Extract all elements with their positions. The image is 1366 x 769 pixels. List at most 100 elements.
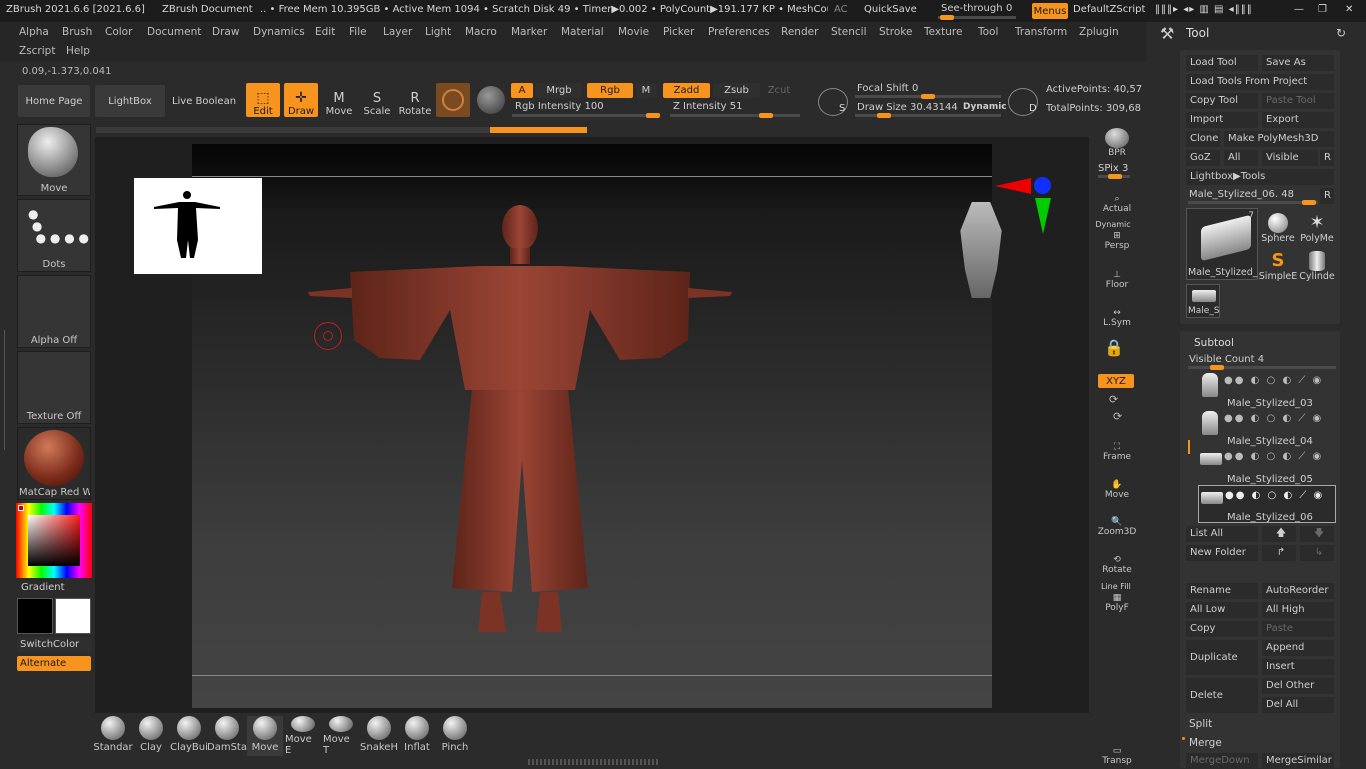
make-polymesh-button[interactable]: Make PolyMesh3D xyxy=(1224,131,1334,147)
menu-tool[interactable]: Tool xyxy=(978,26,998,38)
brush-move-topological[interactable]: Move T xyxy=(323,716,359,756)
texture-sphere-icon[interactable] xyxy=(477,86,505,114)
gizmo-z-axis-icon[interactable] xyxy=(1034,177,1051,194)
duplicate-button[interactable]: Duplicate xyxy=(1186,640,1258,675)
live-boolean-button[interactable]: Live Boolean xyxy=(169,85,239,117)
home-page-button[interactable]: Home Page xyxy=(18,85,90,117)
autoreorder-button[interactable]: AutoReorder xyxy=(1262,583,1334,599)
import-button[interactable]: Import xyxy=(1186,112,1258,128)
menu-layer[interactable]: Layer xyxy=(383,26,412,38)
draw-size-slider[interactable] xyxy=(855,113,1001,118)
z-intensity-slider[interactable] xyxy=(670,113,800,118)
new-folder-button[interactable]: New Folder xyxy=(1186,545,1258,561)
all-high-button[interactable]: All High xyxy=(1262,602,1334,618)
persp-button[interactable]: ⊞ Persp xyxy=(1100,221,1134,251)
3d-model[interactable] xyxy=(300,200,740,640)
menu-render[interactable]: Render xyxy=(781,26,818,38)
delete-button[interactable]: Delete xyxy=(1186,678,1258,713)
actual-button[interactable]: ⌕ Actual xyxy=(1100,184,1134,214)
frame-button[interactable]: ⛶ Frame xyxy=(1100,432,1134,462)
menu-material[interactable]: Material xyxy=(561,26,604,38)
goz-button[interactable]: GoZ xyxy=(1186,150,1220,166)
folder-arrow-icon[interactable]: ↱ xyxy=(1262,545,1296,561)
menu-preferences[interactable]: Preferences xyxy=(708,26,770,38)
edit-mode-button[interactable]: ⬚ Edit xyxy=(246,83,280,117)
subtool-item[interactable]: ●● ◐ ○ ◐ ⟋ ◉ Male_Stylized_05 xyxy=(1198,447,1336,485)
paste-subtool-button[interactable]: Paste xyxy=(1262,621,1334,637)
visible-count-label[interactable]: Visible Count 4 xyxy=(1189,354,1264,365)
brush-damstandard[interactable]: DamSta xyxy=(207,716,247,756)
menu-movie[interactable]: Movie xyxy=(618,26,649,38)
left-tray-handle[interactable] xyxy=(4,330,10,450)
lsym-button[interactable]: ↔ L.Sym xyxy=(1100,298,1134,328)
stroke-thumbnail[interactable]: ● ● ● ● ● ● Dots xyxy=(17,199,91,272)
dynamic-toggle[interactable]: Dynamic xyxy=(963,102,1007,112)
bpr-button[interactable]: BPR xyxy=(1100,128,1134,158)
material-thumbnail[interactable]: MatCap Red Wa xyxy=(17,427,91,500)
sphere-tool[interactable]: Sphere xyxy=(1260,208,1296,244)
menu-brush[interactable]: Brush xyxy=(62,26,92,38)
menu-document[interactable]: Document xyxy=(147,26,201,38)
brush-snakehook[interactable]: SnakeH xyxy=(360,716,398,756)
menu-texture[interactable]: Texture xyxy=(924,26,962,38)
menu-stroke[interactable]: Stroke xyxy=(879,26,912,38)
focal-shift-label[interactable]: Focal Shift 0 xyxy=(857,83,918,94)
del-other-button[interactable]: Del Other xyxy=(1262,678,1334,694)
menu-draw[interactable]: Draw xyxy=(212,26,239,38)
menu-edit[interactable]: Edit xyxy=(315,26,335,38)
folder-arrow-down-icon[interactable]: ↳ xyxy=(1300,545,1334,561)
load-from-project-button[interactable]: Load Tools From Project xyxy=(1186,74,1334,90)
menu-dynamics[interactable]: Dynamics xyxy=(253,26,305,38)
xyz-toggle[interactable]: XYZ xyxy=(1098,374,1134,388)
floor-button[interactable]: ⊥ Floor xyxy=(1100,260,1134,290)
copy-tool-button[interactable]: Copy Tool xyxy=(1186,93,1258,109)
stroke-s-icon[interactable]: S xyxy=(818,88,848,116)
move-up-icon[interactable]: 🡅 xyxy=(1262,526,1296,542)
brush-pinch[interactable]: Pinch xyxy=(437,716,473,756)
append-button[interactable]: Append xyxy=(1262,640,1334,656)
save-as-button[interactable]: Save As xyxy=(1262,55,1334,71)
maximize-icon[interactable]: ❐ xyxy=(1318,4,1327,15)
move-mode-button[interactable]: M Move xyxy=(322,83,356,118)
subtool-item-selected[interactable]: ●● ◐ ○ ◐ ⟋ ◉ Male_Stylized_06 xyxy=(1198,485,1336,523)
split-subpalette[interactable]: Split xyxy=(1189,718,1212,730)
m-toggle[interactable]: M xyxy=(636,83,656,98)
focal-shift-slider[interactable] xyxy=(855,94,1001,99)
del-all-button[interactable]: Del All xyxy=(1262,697,1334,713)
close-icon[interactable]: ✕ xyxy=(1345,4,1353,15)
goz-visible-button[interactable]: Visible xyxy=(1262,150,1318,166)
draw-mode-button[interactable]: ✛ Draw xyxy=(284,83,318,117)
spix-slider[interactable] xyxy=(1098,174,1130,179)
menu-file[interactable]: File xyxy=(349,26,367,38)
menu-macro[interactable]: Macro xyxy=(465,26,497,38)
goz-r-button[interactable]: R xyxy=(1320,150,1334,166)
current-tool-thumbnail[interactable]: 7 Male_Stylized_0 xyxy=(1186,208,1258,280)
z-intensity-label[interactable]: Z Intensity 51 xyxy=(673,101,742,112)
main-color-swatch[interactable] xyxy=(55,598,91,634)
lock-icon[interactable]: 🔒 xyxy=(1104,338,1124,357)
gizmo-y-axis-icon[interactable] xyxy=(1035,198,1051,234)
subtool-scroll-indicator[interactable] xyxy=(1188,440,1190,454)
tool-palette-title[interactable]: Tool xyxy=(1186,26,1209,40)
subtool-toggles-icon[interactable]: ●● ◐ ○ ◐ ⟋ ◉ xyxy=(1224,413,1323,424)
tool-r-button[interactable]: R xyxy=(1320,188,1334,204)
recent-tool-thumbnail[interactable]: Male_S xyxy=(1186,284,1220,318)
material-sphere-button[interactable] xyxy=(436,83,470,117)
menu-help[interactable]: Help xyxy=(66,45,90,57)
move-view-button[interactable]: ✋ Move xyxy=(1100,470,1134,500)
lightbox-button[interactable]: LightBox xyxy=(95,85,165,117)
mergesimilar-button[interactable]: MergeSimilar xyxy=(1262,753,1334,769)
current-tool-slider[interactable] xyxy=(1188,200,1318,205)
subtool-toggles-icon[interactable]: ●● ◐ ○ ◐ ⟋ ◉ xyxy=(1225,490,1324,501)
brush-thumbnail[interactable]: Move xyxy=(17,124,91,196)
subtool-toggles-icon[interactable]: ●● ◐ ○ ◐ ⟋ ◉ xyxy=(1224,375,1323,386)
brush-inflate[interactable]: Inflat xyxy=(399,716,435,756)
zoom3d-button[interactable]: 🔍 Zoom3D xyxy=(1098,507,1137,537)
subtool-toggles-icon[interactable]: ●● ◐ ○ ◐ ⟋ ◉ xyxy=(1224,451,1323,462)
brush-move-elastic[interactable]: Move E xyxy=(285,716,321,756)
alternate-button[interactable]: Alternate xyxy=(17,656,91,671)
menu-marker[interactable]: Marker xyxy=(511,26,547,38)
transp-button[interactable]: ▭ Transp xyxy=(1100,736,1134,766)
menu-zplugin[interactable]: Zplugin xyxy=(1079,26,1119,38)
stroke-d-icon[interactable]: D xyxy=(1008,88,1038,116)
